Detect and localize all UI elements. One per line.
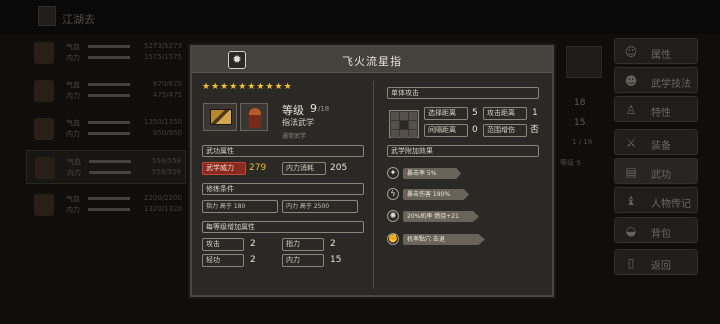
effect-crit-rate: ✦ 暴击率 5%: [387, 166, 487, 181]
section-skill-attributes: 武功属性: [202, 145, 364, 157]
effect-text: 20%机率 燃烧+21: [403, 211, 479, 222]
attack-label-interval: 间隔距离: [424, 124, 468, 137]
per-level-value-agility: 2: [250, 255, 256, 265]
attack-label-select-range: 选择距离: [424, 107, 468, 120]
level-value: 9: [310, 102, 317, 115]
req-internal: 内力 高于 2500: [282, 200, 358, 213]
attack-label-area-bonus: 范围增伤: [483, 124, 527, 137]
effect-text: 暴击伤害 190%: [403, 189, 469, 200]
level-max: /18: [318, 105, 330, 113]
fire-icon: ✺: [387, 210, 399, 222]
effect-burn: ✺ 20%机率 燃烧+21: [387, 209, 487, 224]
skill-subtype: 通常武学: [282, 133, 307, 140]
per-level-value-finger: 2: [330, 239, 336, 249]
crit-icon: ✦: [387, 167, 399, 179]
attack-value-attack-range: 1: [532, 108, 538, 118]
per-level-value-internal: 15: [330, 255, 342, 265]
effect-crit-damage: ϟ 暴击伤害 190%: [387, 187, 487, 202]
attr-value-mp-cost: 205: [330, 163, 348, 173]
skill-book-icon: [203, 103, 237, 131]
level-label: 等级: [282, 104, 304, 117]
modal-divider: [373, 81, 374, 289]
skill-type: 指法武学: [282, 118, 314, 127]
skill-title: 飞火流星指: [342, 55, 402, 68]
section-requirements: 修练条件: [202, 183, 364, 195]
effect-knockback: ✊ 机率點穴 击退: [387, 232, 487, 247]
attr-value-power: 279: [249, 163, 267, 173]
fist-icon: ✊: [387, 233, 399, 245]
per-level-label-finger: 指力: [282, 238, 324, 251]
skill-detail-modal: ✹ 飞火流星指 ★★★★★★★★★★ 等级 9 /18 指法武学 通常武学 武功…: [190, 45, 554, 297]
attack-value-interval: 0: [472, 125, 478, 135]
per-level-label-agility: 轻功: [202, 254, 244, 267]
per-level-value-attack: 2: [250, 239, 256, 249]
attr-label-mp-cost: 内力消耗: [282, 162, 326, 175]
req-finger: 指力 高于 180: [202, 200, 278, 213]
effect-text: 暴击率 5%: [403, 168, 461, 179]
skill-stars: ★★★★★★★★★★: [202, 82, 293, 92]
effect-text: 机率點穴 击退: [403, 234, 485, 245]
attack-value-area-bonus: 否: [530, 125, 540, 135]
school-figure-icon: [240, 103, 268, 131]
per-level-label-attack: 攻击: [202, 238, 244, 251]
attr-label-power: 武学威力: [202, 162, 246, 175]
lightning-icon: ϟ: [387, 188, 399, 200]
section-extra-effects: 武学附加效果: [387, 145, 539, 157]
attack-range-grid: [389, 110, 419, 138]
section-per-level: 每等级增加属性: [202, 221, 364, 233]
attack-value-select-range: 5: [472, 108, 478, 118]
per-level-label-internal: 内力: [282, 254, 324, 267]
section-attack-type: 单体攻击: [387, 87, 539, 99]
modal-header: ✹ 飞火流星指: [192, 47, 552, 73]
attack-label-attack-range: 攻击距离: [483, 107, 527, 120]
